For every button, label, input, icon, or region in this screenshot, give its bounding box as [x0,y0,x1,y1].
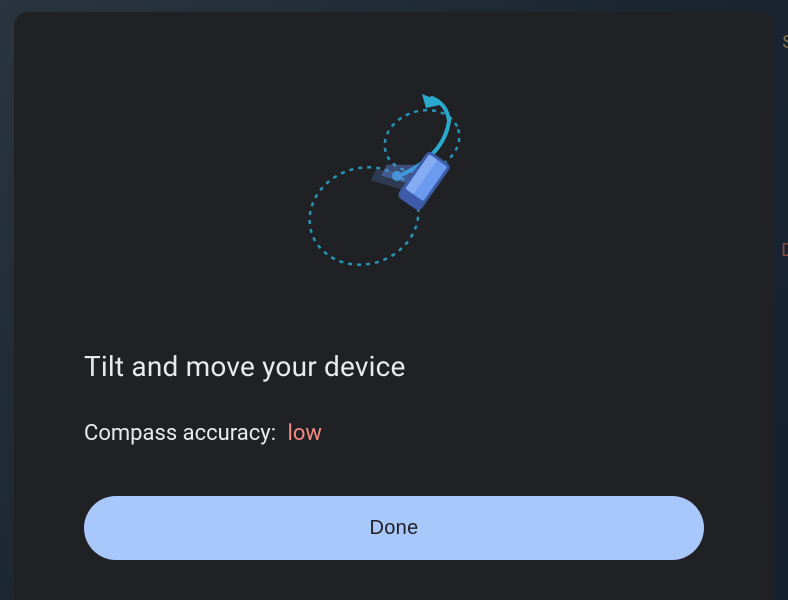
compass-accuracy-status: Compass accuracy: low [84,421,704,446]
backdrop-text: S [782,32,788,53]
instruction-title: Tilt and move your device [84,350,704,383]
done-button[interactable]: Done [84,496,704,560]
accuracy-value: low [288,421,322,446]
backdrop-text: D [781,240,788,261]
figure-eight-motion-icon [284,86,504,286]
figure-eight-illustration [84,72,704,300]
accuracy-label: Compass accuracy: [84,421,276,446]
compass-calibration-card: Tilt and move your device Compass accura… [14,12,774,600]
